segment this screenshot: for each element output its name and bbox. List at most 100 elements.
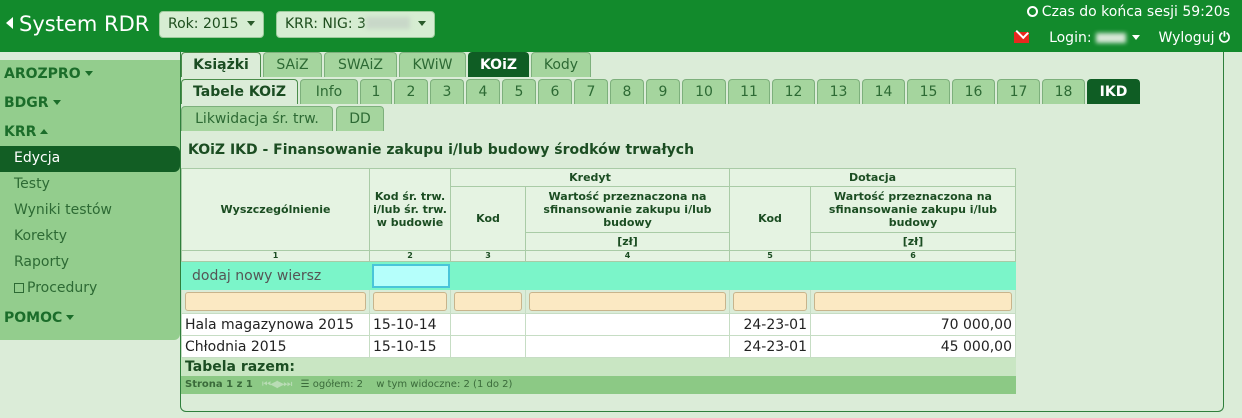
item-label: Procedury [27, 280, 98, 296]
pager-row: Strona 1 z 1 ⏮◀▶⏭ ☰ ogółem: 2 w tym wido… [181, 375, 1016, 394]
sidebar-item-raporty[interactable]: Raporty [0, 250, 180, 276]
login-menu[interactable]: Login: [1049, 30, 1141, 46]
krr-select-label: KRR: NIG: 3 [285, 16, 366, 32]
tab-15[interactable]: 15 [907, 79, 950, 104]
page-title: KOiZ IKD - Finansowanie zakupu i/lub bud… [188, 142, 695, 158]
header-dotacja-kod[interactable]: Kod [729, 186, 811, 251]
top-bar: System RDR Rok: 2015 KRR: NIG: 3 Czas do… [0, 0, 1242, 52]
tab-6[interactable]: 6 [538, 79, 572, 104]
tab-16[interactable]: 16 [952, 79, 995, 104]
tab-likwidacja[interactable]: Likwidacja śr. trw. [181, 106, 333, 131]
tab-7[interactable]: 7 [574, 79, 608, 104]
cell-dotacja-kod[interactable]: 24-23-01 [729, 313, 811, 336]
cell-kod-st[interactable]: 15-10-15 [369, 335, 451, 358]
pager-nav-icon[interactable]: ⏮◀▶⏭ [262, 379, 292, 390]
filter-cell [729, 289, 811, 314]
sidebar-item-wyniki-testow[interactable]: Wyniki testów [0, 198, 180, 224]
tab-18[interactable]: 18 [1042, 79, 1085, 104]
section-label: KRR [4, 124, 37, 140]
cell-dotacja-wartosc[interactable]: 70 000,00 [810, 313, 1016, 336]
tab-14[interactable]: 14 [862, 79, 905, 104]
login-label: Login: [1049, 30, 1092, 46]
add-row-input[interactable] [372, 263, 450, 288]
sidebar-section-arozpro[interactable]: AROZPRO [4, 66, 93, 82]
tab-5[interactable]: 5 [502, 79, 536, 104]
sidebar-item-korekty[interactable]: Korekty [0, 224, 180, 250]
tab-ksiazki[interactable]: Książki [181, 52, 261, 77]
total-count: ogółem: 2 [312, 379, 363, 390]
sidebar-section-krr[interactable]: KRR [4, 124, 49, 140]
sidebar-item-edycja[interactable]: Edycja [0, 146, 180, 172]
tab-8[interactable]: 8 [610, 79, 644, 104]
table-row[interactable]: Hala magazynowa 2015 15-10-14 24-23-01 7… [181, 313, 1016, 336]
header-dotacja-wartosc[interactable]: Wartość przeznaczona na sfinansowanie za… [810, 186, 1016, 233]
total-label: Tabela razem: [181, 357, 1016, 376]
cell-name[interactable]: Hala magazynowa 2015 [181, 313, 370, 336]
filter-input[interactable] [529, 292, 726, 311]
tab-1[interactable]: 1 [360, 79, 392, 104]
tab-2[interactable]: 2 [394, 79, 428, 104]
tab-kwiw[interactable]: KWiW [399, 52, 466, 77]
cell-kredyt-kod[interactable] [450, 335, 526, 358]
tab-tabele-koiz[interactable]: Tabele KOiZ [181, 79, 298, 104]
tab-dd[interactable]: DD [336, 106, 384, 131]
pager-cell: Strona 1 z 1 ⏮◀▶⏭ ☰ ogółem: 2 w tym wido… [181, 375, 1016, 394]
filter-cell [525, 289, 730, 314]
mail-icon[interactable] [1013, 32, 1029, 43]
add-row-cell [369, 261, 451, 290]
cell-dotacja-kod[interactable]: 24-23-01 [729, 335, 811, 358]
cell-kredyt-wartosc[interactable] [525, 335, 730, 358]
cell-kredyt-kod[interactable] [450, 313, 526, 336]
chevron-down-icon [417, 21, 426, 26]
sidebar-item-procedury[interactable]: Procedury [0, 276, 180, 302]
header-unit: [zł] [810, 232, 1016, 251]
add-row[interactable]: dodaj nowy wiersz [181, 261, 1016, 290]
logout-button[interactable]: Wyloguj ⏻ [1158, 30, 1230, 46]
app-title[interactable]: System RDR [6, 12, 149, 36]
year-select[interactable]: Rok: 2015 [159, 11, 264, 38]
filter-input[interactable] [185, 292, 366, 311]
tab-koiz[interactable]: KOiZ [468, 52, 529, 77]
tab-10[interactable]: 10 [682, 79, 726, 104]
header-wyszczegolnienie[interactable]: Wyszczególnienie [181, 168, 370, 251]
filter-input[interactable] [454, 292, 522, 311]
tab-info[interactable]: Info [300, 79, 358, 104]
filter-input[interactable] [733, 292, 807, 311]
krr-select[interactable]: KRR: NIG: 3 [276, 11, 435, 38]
session-label: Czas do końca sesji 59:20s [1041, 4, 1230, 20]
add-row-label[interactable]: dodaj nowy wiersz [181, 261, 370, 290]
cell-kod-st[interactable]: 15-10-14 [369, 313, 451, 336]
tab-4[interactable]: 4 [466, 79, 500, 104]
tab-9[interactable]: 9 [646, 79, 680, 104]
header-kredyt-kod[interactable]: Kod [450, 186, 526, 251]
sidebar-item-testy[interactable]: Testy [0, 172, 180, 198]
tab-17[interactable]: 17 [997, 79, 1040, 104]
tab-ikd[interactable]: IKD [1087, 79, 1140, 104]
header-kod-sr-trw[interactable]: Kod śr. trw. i/lub śr. trw. w budowie [369, 168, 451, 251]
tab-3[interactable]: 3 [430, 79, 464, 104]
tab-swaiz[interactable]: SWAiZ [324, 52, 397, 77]
cell-name[interactable]: Chłodnia 2015 [181, 335, 370, 358]
column-number: 3 [450, 250, 526, 262]
sidebar-section-pomoc[interactable]: POMOC [4, 310, 75, 326]
logout-label: Wyloguj [1158, 30, 1215, 46]
tab-saiz[interactable]: SAiZ [263, 52, 322, 77]
filter-input[interactable] [814, 292, 1012, 311]
cell-kredyt-wartosc[interactable] [525, 313, 730, 336]
filter-input[interactable] [373, 292, 447, 311]
app-title-text: System RDR [19, 12, 150, 36]
redacted-value [365, 17, 410, 29]
tab-11[interactable]: 11 [728, 79, 770, 104]
tab-13[interactable]: 13 [817, 79, 860, 104]
table-row[interactable]: Chłodnia 2015 15-10-15 24-23-01 45 000,0… [181, 335, 1016, 358]
tab-kody[interactable]: Kody [531, 52, 591, 77]
chevron-left-icon [6, 17, 13, 29]
add-row-filler [450, 261, 1016, 290]
filter-cell [450, 289, 526, 314]
tab-12[interactable]: 12 [772, 79, 815, 104]
header-kredyt-wartosc[interactable]: Wartość przeznaczona na sfinansowanie za… [525, 186, 730, 233]
cell-dotacja-wartosc[interactable]: 45 000,00 [810, 335, 1016, 358]
sidebar-section-bdgr[interactable]: BDGR [4, 95, 61, 111]
header-kredyt: Kredyt [450, 168, 730, 187]
filter-cell [810, 289, 1016, 314]
